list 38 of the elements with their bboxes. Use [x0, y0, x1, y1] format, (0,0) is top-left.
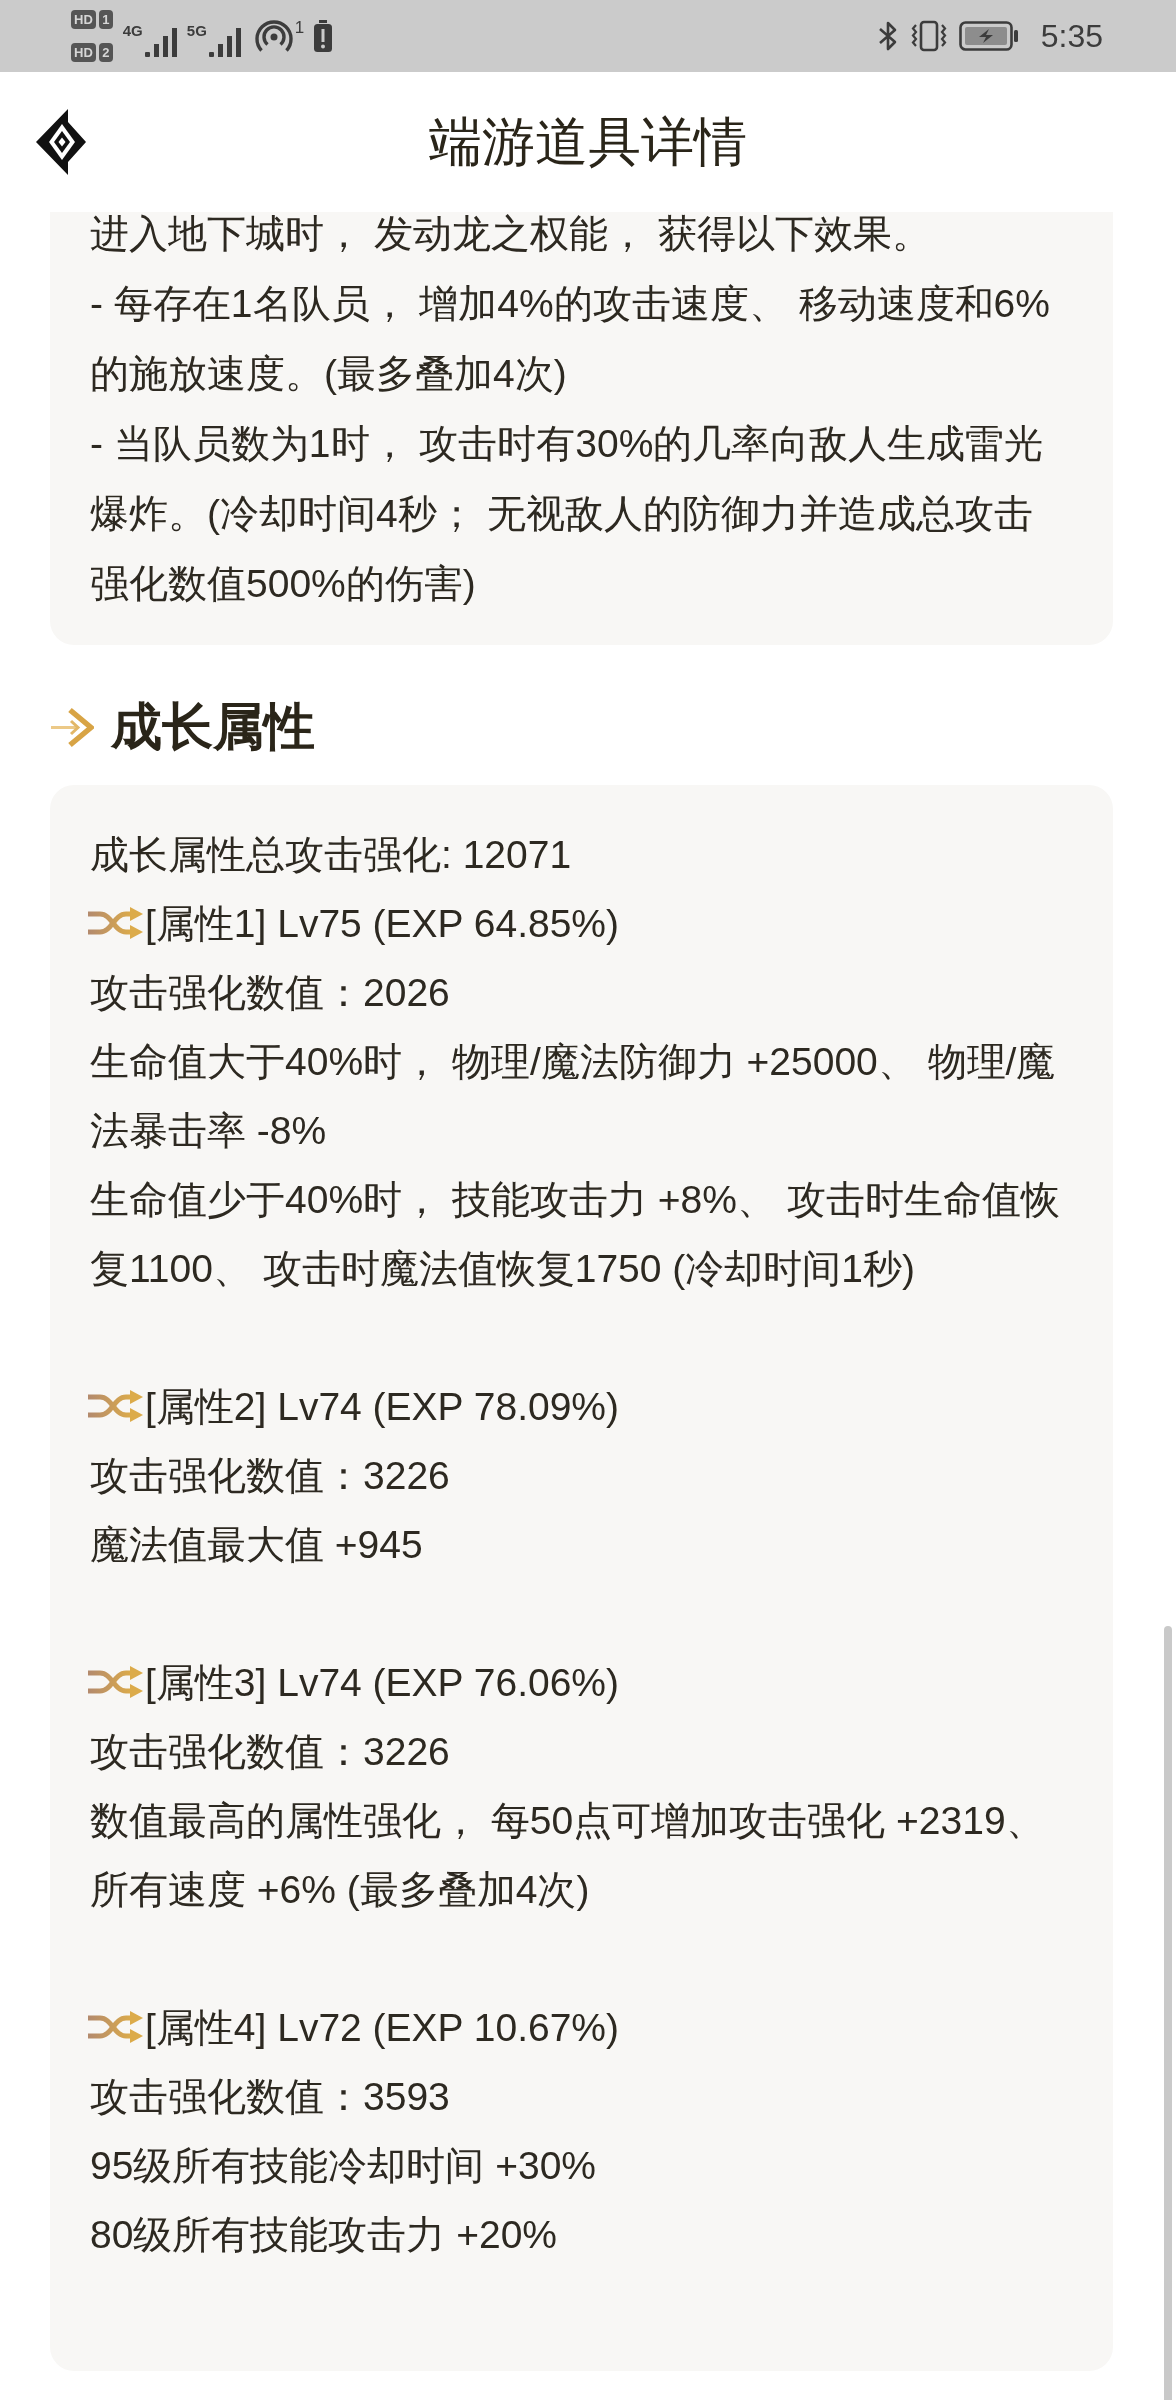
sim-hd-badge: HD: [71, 10, 96, 29]
page-title: 端游道具详情: [429, 111, 747, 173]
hotspot-icon: [254, 19, 293, 53]
shuffle-icon: [88, 1666, 143, 1698]
section-title: 成长属性: [111, 697, 315, 757]
attribute-line: 生命值大于40%时， 物理/魔法防御力 +25000、 物理/魔法暴击率 -8%: [90, 1038, 1057, 1154]
attribute-line: 80级所有技能攻击力 +20%: [90, 2211, 559, 2258]
alert-icon: [314, 20, 333, 52]
total-attack-text: 成长属性总攻击强化: 12071: [90, 831, 573, 878]
diamond-logo-icon: [36, 109, 86, 175]
network-type-label: 5G: [186, 23, 207, 38]
signal-bars-icon: [208, 27, 241, 58]
signal-bars-icon: [144, 27, 177, 58]
sim-hd-badge: HD: [71, 43, 96, 62]
sim-slot-badge: 1: [98, 10, 113, 29]
attribute-line: 数值最高的属性强化， 每50点可增加攻击强化 +2319、所有速度 +6% (最多叠加4次): [90, 1797, 1046, 1913]
attribute-line: 攻击强化数值：2026: [90, 969, 451, 1016]
attribute-heading: [属性4] Lv72 (EXP 10.67%): [145, 2004, 620, 2051]
attribute-line: 生命值少于40%时， 技能攻击力 +8%、 攻击时生命值恢复1100、 攻击时魔法值恢复1750 (冷却时间1秒): [90, 1176, 1061, 1292]
attribute-line: 攻击强化数值：3226: [90, 1452, 451, 1499]
attribute-line: 攻击强化数值：3593: [90, 2073, 451, 2120]
attribute-heading: [属性1] Lv75 (EXP 64.85%): [145, 900, 620, 947]
status-time: 5:35: [1040, 17, 1103, 56]
shuffle-icon: [88, 1390, 143, 1422]
effect-paragraph: 进入地下城时， 发动龙之权能， 获得以下效果。: [90, 212, 932, 257]
hotspot-count: 1: [294, 19, 305, 36]
attribute-line: 95级所有技能冷却时间 +30%: [90, 2142, 598, 2189]
network-type-label: 4G: [122, 23, 143, 38]
effect-paragraph: - 当队员数为1时， 攻击时有30%的几率向敌人生成雷光爆炸。(冷却时间4秒； 无视敌人的防御力并造成总攻击强化数值500%的伤害): [90, 421, 1045, 607]
attribute-line: 攻击强化数值：3226: [90, 1728, 451, 1775]
attribute-heading: [属性3] Lv74 (EXP 76.06%): [145, 1659, 620, 1706]
attribute-line: 魔法值最大值 +945: [90, 1521, 424, 1568]
battery-charging-icon: [958, 21, 1019, 51]
sim-slot-badge: 2: [98, 43, 113, 62]
shuffle-icon: [88, 2011, 143, 2043]
attribute-heading: [属性2] Lv74 (EXP 78.09%): [145, 1383, 620, 1430]
effect-paragraph: - 每存在1名队员， 增加4%的攻击速度、 移动速度和6%的施放速度。(最多叠加4次): [90, 281, 1051, 397]
shuffle-icon: [88, 907, 143, 939]
